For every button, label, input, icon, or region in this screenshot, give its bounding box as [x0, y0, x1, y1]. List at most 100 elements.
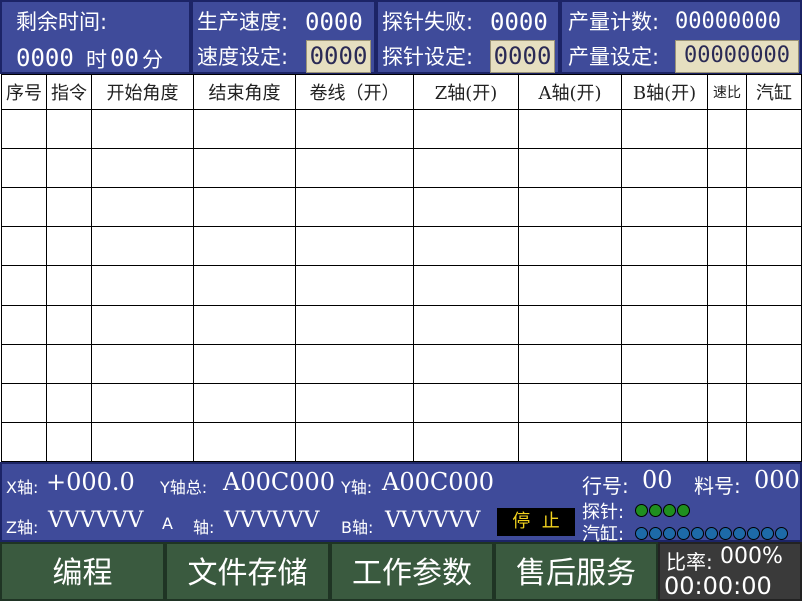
table-row[interactable] — [1, 343, 802, 384]
table-cell[interactable] — [193, 421, 296, 463]
programming-button[interactable]: 编程 — [0, 542, 165, 601]
table-cell[interactable] — [91, 187, 194, 228]
table-cell[interactable] — [1, 343, 47, 384]
table-cell[interactable] — [91, 304, 194, 345]
table-cell[interactable] — [707, 108, 747, 150]
table-cell[interactable] — [91, 421, 194, 463]
table-cell[interactable] — [621, 304, 708, 345]
table-cell[interactable] — [1, 148, 47, 189]
table-cell[interactable] — [91, 265, 194, 306]
table-cell[interactable] — [746, 382, 802, 423]
table-cell[interactable] — [46, 187, 92, 228]
table-row[interactable] — [1, 187, 802, 228]
table-cell[interactable] — [295, 343, 414, 384]
table-cell[interactable] — [518, 304, 622, 345]
table-cell[interactable] — [193, 265, 296, 306]
table-cell[interactable] — [746, 421, 802, 463]
table-cell[interactable] — [518, 187, 622, 228]
table-cell[interactable] — [1, 226, 47, 267]
table-cell[interactable] — [746, 108, 802, 150]
table-cell[interactable] — [413, 226, 519, 267]
table-row[interactable] — [1, 265, 802, 306]
table-row[interactable] — [1, 421, 802, 463]
probe-setting-input[interactable]: 0000 — [490, 40, 555, 73]
table-cell[interactable] — [746, 343, 802, 384]
table-cell[interactable] — [413, 187, 519, 228]
table-cell[interactable] — [295, 304, 414, 345]
after-sales-button[interactable]: 售后服务 — [494, 542, 658, 601]
table-cell[interactable] — [295, 226, 414, 267]
table-cell[interactable] — [413, 148, 519, 189]
table-cell[interactable] — [193, 108, 296, 150]
table-cell[interactable] — [413, 108, 519, 150]
table-row[interactable] — [1, 226, 802, 267]
table-cell[interactable] — [91, 148, 194, 189]
table-cell[interactable] — [91, 343, 194, 384]
table-cell[interactable] — [621, 265, 708, 306]
table-cell[interactable] — [621, 187, 708, 228]
table-cell[interactable] — [91, 108, 194, 150]
table-row[interactable] — [1, 108, 802, 150]
table-cell[interactable] — [707, 226, 747, 267]
table-cell[interactable] — [193, 226, 296, 267]
table-cell[interactable] — [193, 382, 296, 423]
table-cell[interactable] — [1, 421, 47, 463]
table-cell[interactable] — [518, 148, 622, 189]
table-cell[interactable] — [1, 265, 47, 306]
table-cell[interactable] — [621, 226, 708, 267]
table-cell[interactable] — [46, 343, 92, 384]
table-cell[interactable] — [707, 148, 747, 189]
table-row[interactable] — [1, 148, 802, 189]
table-cell[interactable] — [46, 421, 92, 463]
table-cell[interactable] — [518, 421, 622, 463]
table-cell[interactable] — [91, 382, 194, 423]
table-cell[interactable] — [1, 108, 47, 150]
table-cell[interactable] — [295, 148, 414, 189]
table-cell[interactable] — [193, 304, 296, 345]
table-cell[interactable] — [295, 382, 414, 423]
table-cell[interactable] — [746, 148, 802, 189]
table-cell[interactable] — [295, 187, 414, 228]
table-cell[interactable] — [1, 187, 47, 228]
table-cell[interactable] — [707, 187, 747, 228]
table-cell[interactable] — [621, 343, 708, 384]
table-cell[interactable] — [1, 304, 47, 345]
table-cell[interactable] — [621, 108, 708, 150]
table-cell[interactable] — [746, 304, 802, 345]
table-cell[interactable] — [413, 343, 519, 384]
table-cell[interactable] — [193, 148, 296, 189]
table-cell[interactable] — [413, 265, 519, 306]
table-cell[interactable] — [518, 343, 622, 384]
table-cell[interactable] — [746, 187, 802, 228]
table-cell[interactable] — [413, 304, 519, 345]
table-row[interactable] — [1, 304, 802, 345]
table-cell[interactable] — [46, 108, 92, 150]
table-cell[interactable] — [46, 148, 92, 189]
table-cell[interactable] — [518, 265, 622, 306]
work-parameters-button[interactable]: 工作参数 — [330, 542, 494, 601]
table-cell[interactable] — [707, 421, 747, 463]
table-cell[interactable] — [707, 265, 747, 306]
table-cell[interactable] — [707, 343, 747, 384]
table-cell[interactable] — [518, 226, 622, 267]
table-cell[interactable] — [295, 108, 414, 150]
table-cell[interactable] — [413, 421, 519, 463]
table-cell[interactable] — [518, 382, 622, 423]
table-cell[interactable] — [91, 226, 194, 267]
table-cell[interactable] — [46, 382, 92, 423]
table-cell[interactable] — [295, 265, 414, 306]
file-storage-button[interactable]: 文件存储 — [165, 542, 330, 601]
table-cell[interactable] — [46, 226, 92, 267]
table-cell[interactable] — [621, 148, 708, 189]
table-cell[interactable] — [746, 265, 802, 306]
table-cell[interactable] — [295, 421, 414, 463]
table-cell[interactable] — [518, 108, 622, 150]
table-cell[interactable] — [46, 265, 92, 306]
table-cell[interactable] — [413, 382, 519, 423]
table-cell[interactable] — [621, 382, 708, 423]
output-setting-input[interactable]: 00000000 — [675, 40, 799, 73]
speed-setting-input[interactable]: 0000 — [306, 40, 371, 73]
table-cell[interactable] — [193, 187, 296, 228]
table-row[interactable] — [1, 382, 802, 423]
table-cell[interactable] — [1, 382, 47, 423]
